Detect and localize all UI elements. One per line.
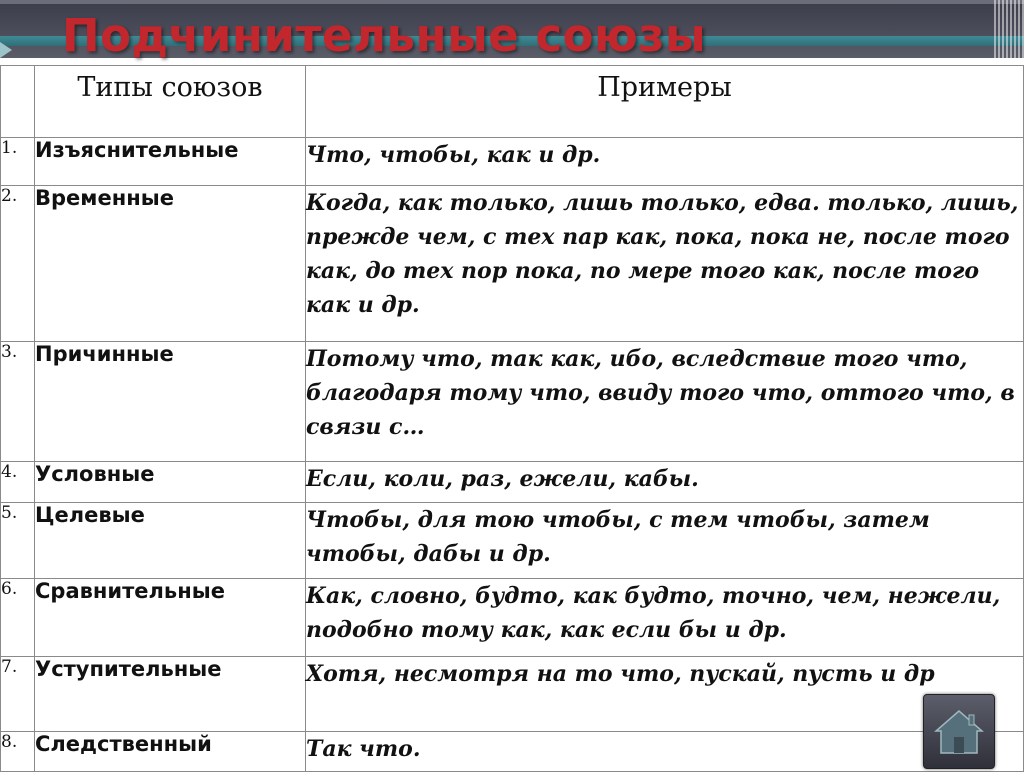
table-row: 5. Целевые Чтобы, для тою чтобы, с тем ч… [0,502,1024,579]
row-examples: Так что. [305,731,1024,772]
row-examples: Если, коли, раз, ежели, кабы. [305,461,1024,503]
row-type: Временные [34,185,306,342]
row-number: 8. [0,731,35,772]
row-number: 1. [0,137,35,186]
row-number: 6. [0,578,35,657]
row-type: Причинные [34,341,306,462]
home-icon [933,710,985,754]
header-examples: Примеры [305,65,1024,138]
row-number: 7. [0,656,35,732]
header-types: Типы союзов [34,65,306,138]
row-number: 5. [0,502,35,579]
slide-title: Подчинительные союзы [62,9,707,62]
row-type: Сравнительные [34,578,306,657]
conjunctions-table: Типы союзов Примеры 1. Изъяснительные Чт… [0,65,1024,772]
row-examples: Как, словно, будто, как будто, точно, че… [305,578,1024,657]
table-row: 3. Причинные Потому что, так как, ибо, в… [0,341,1024,462]
table-row: 4. Условные Если, коли, раз, ежели, кабы… [0,461,1024,503]
row-number: 3. [0,341,35,462]
row-examples: Чтобы, для тою чтобы, с тем чтобы, затем… [305,502,1024,579]
table-row: 6. Сравнительные Как, словно, будто, как… [0,578,1024,657]
banner-edge-lines [994,0,1024,58]
row-examples: Что, чтобы, как и др. [305,137,1024,186]
row-examples: Хотя, несмотря на то что, пускай, пусть … [305,656,1024,732]
row-number: 4. [0,461,35,503]
row-examples: Когда, как только, лишь только, едва. то… [305,185,1024,342]
table-row: 7. Уступительные Хотя, несмотря на то чт… [0,656,1024,732]
row-type: Условные [34,461,306,503]
table-row: 2. Временные Когда, как только, лишь тол… [0,185,1024,342]
header-number-cell [0,65,35,138]
banner-fold-arrow [0,42,12,58]
table-header-row: Типы союзов Примеры [0,65,1024,138]
banner-highlight [0,0,1024,4]
row-type: Следственный [34,731,306,772]
table-row: 1. Изъяснительные Что, чтобы, как и др. [0,137,1024,186]
row-examples: Потому что, так как, ибо, вследствие тог… [305,341,1024,462]
row-type: Целевые [34,502,306,579]
home-button[interactable] [923,694,995,769]
row-number: 2. [0,185,35,342]
row-type: Уступительные [34,656,306,732]
table-row: 8. Следственный Так что. [0,731,1024,772]
row-type: Изъяснительные [34,137,306,186]
